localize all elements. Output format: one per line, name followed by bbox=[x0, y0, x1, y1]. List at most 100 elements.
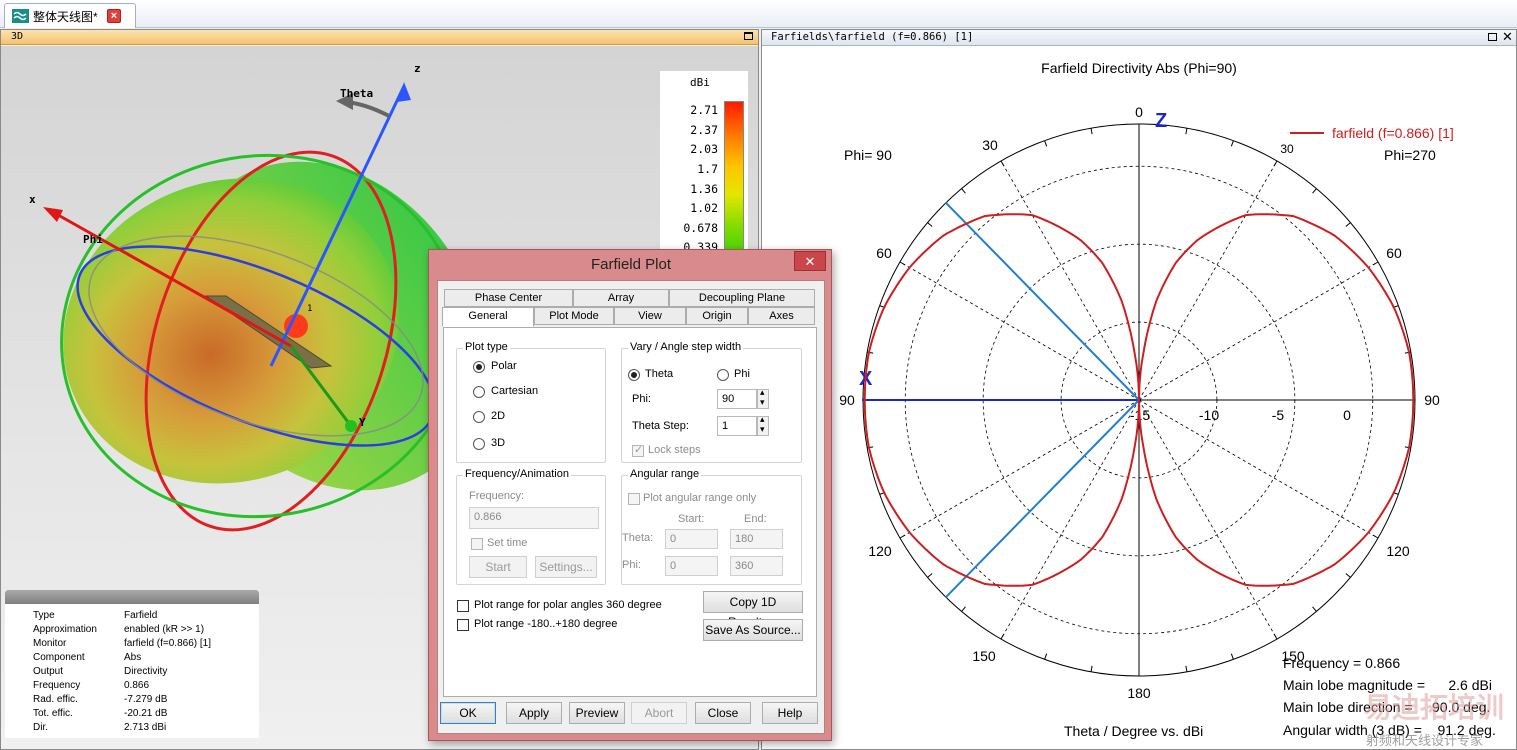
copy-1d-results-button[interactable]: Copy 1D Results... bbox=[703, 591, 803, 629]
group-label: Frequency/Animation bbox=[463, 468, 571, 480]
angle-tick bbox=[899, 534, 906, 539]
document-tab-title: 整体天线图* bbox=[33, 10, 98, 24]
angle-tick bbox=[1090, 128, 1093, 135]
tab-view[interactable]: View bbox=[614, 307, 686, 325]
polar-radio[interactable] bbox=[473, 361, 485, 373]
angle-spoke bbox=[899, 261, 1140, 401]
2d-label: 2D bbox=[491, 410, 506, 422]
angle-tick-label-partial: 30 bbox=[1280, 142, 1294, 156]
end-column-label: End: bbox=[744, 513, 767, 525]
start-column-label: Start: bbox=[678, 513, 705, 525]
colorbar-tick: 1.02 bbox=[690, 201, 718, 215]
colorbar-tick: 1.7 bbox=[697, 162, 718, 176]
maximize-icon[interactable] bbox=[744, 32, 753, 40]
document-tab[interactable]: 整体天线图* × bbox=[4, 3, 136, 28]
tab-plot-mode[interactable]: Plot Mode bbox=[534, 307, 614, 325]
help-button[interactable]: Help bbox=[762, 702, 818, 724]
tab-decoupling-plane[interactable]: Decoupling Plane bbox=[669, 289, 815, 307]
3d-label: 3D bbox=[491, 437, 506, 449]
radial-tick-label: -10 bbox=[1199, 407, 1219, 423]
theta-end-input[interactable]: 180 bbox=[730, 529, 783, 549]
range-180-checkbox[interactable] bbox=[457, 619, 469, 631]
cartesian-radio[interactable] bbox=[473, 386, 485, 398]
lock-steps-label: Lock steps bbox=[648, 444, 701, 456]
set-time-label: Set time bbox=[487, 537, 528, 549]
theta-step-input[interactable]: 1 bbox=[717, 416, 757, 436]
maximize-icon[interactable] bbox=[1488, 33, 1497, 41]
theta-axis-label: Theta bbox=[340, 87, 373, 100]
ok-button[interactable]: OK bbox=[440, 702, 496, 724]
antenna-app-icon bbox=[12, 9, 29, 23]
tab-axes[interactable]: Axes bbox=[748, 307, 815, 325]
angle-tick bbox=[1372, 261, 1379, 266]
angle-tick bbox=[1230, 140, 1234, 147]
polar-360-checkbox[interactable] bbox=[457, 600, 469, 612]
phi-radio[interactable] bbox=[717, 369, 729, 381]
apply-button[interactable]: Apply bbox=[506, 702, 562, 724]
polar-chart: Farfield Directivity Abs (Phi=90) Phi= 9… bbox=[839, 60, 1504, 749]
phi-range-label: Phi: bbox=[622, 559, 641, 571]
angle-tick bbox=[1312, 188, 1317, 194]
close-icon[interactable]: ✕ bbox=[1502, 30, 1513, 45]
frequency-label: Frequency: bbox=[469, 490, 525, 502]
angle-tick bbox=[1312, 606, 1317, 612]
group-label: Angular range bbox=[628, 468, 702, 480]
angle-tick-label: 180 bbox=[1127, 685, 1151, 701]
tab-array[interactable]: Array bbox=[573, 289, 669, 307]
tab-phase-center[interactable]: Phase Center bbox=[444, 289, 573, 307]
phi-label: Phi bbox=[734, 368, 750, 380]
lock-steps-checkbox[interactable] bbox=[632, 443, 644, 457]
phi-spinner[interactable] bbox=[757, 387, 769, 409]
y-axis-label: Y bbox=[359, 416, 366, 429]
farfield-plot-dialog: Farfield Plot ✕ Phase Center Array Decou… bbox=[428, 249, 832, 741]
x-axis-title: Theta / Degree vs. dBi bbox=[1064, 723, 1203, 739]
general-tab-panel: Plot type Polar Cartesian 2D 3D Vary / A… bbox=[443, 327, 817, 697]
frequency-input[interactable]: 0.866 bbox=[469, 507, 599, 529]
angle-tick-label: 120 bbox=[1386, 543, 1410, 559]
close-icon[interactable]: × bbox=[107, 9, 121, 23]
theta-label: Theta bbox=[645, 368, 674, 380]
angle-tick bbox=[1345, 573, 1351, 578]
frequency-animation-group: Frequency/Animation Frequency: 0.866 Set… bbox=[456, 468, 606, 585]
3d-view-header: 3D bbox=[1, 30, 758, 45]
tab-general[interactable]: General bbox=[442, 307, 534, 327]
angle-tick-label: 0 bbox=[1135, 104, 1143, 120]
theta-radio[interactable] bbox=[628, 369, 640, 381]
close-icon[interactable]: ✕ bbox=[794, 251, 826, 271]
colorbar-tick: 2.37 bbox=[690, 123, 718, 137]
phi-right-label: Phi=270 bbox=[1384, 147, 1436, 163]
plot-angular-range-checkbox[interactable] bbox=[628, 493, 640, 505]
phi-start-input[interactable]: 0 bbox=[665, 556, 718, 576]
angle-tick-label: 60 bbox=[1386, 245, 1402, 261]
theta-start-input[interactable]: 0 bbox=[665, 529, 718, 549]
range-180-label: Plot range -180..+180 degree bbox=[474, 618, 618, 630]
start-button[interactable]: Start bbox=[469, 556, 527, 578]
phi-end-input[interactable]: 360 bbox=[730, 556, 783, 576]
angle-spoke bbox=[899, 399, 1140, 539]
colorbar-tick: 0.678 bbox=[683, 221, 718, 235]
colorbar-gradient bbox=[724, 101, 744, 271]
angle-tick bbox=[1345, 222, 1351, 227]
set-time-checkbox[interactable] bbox=[471, 538, 483, 550]
phi-input[interactable]: 90 bbox=[717, 389, 757, 409]
save-as-source-button[interactable]: Save As Source... bbox=[703, 619, 803, 641]
angle-tick bbox=[1090, 665, 1093, 672]
angle-tick bbox=[1372, 534, 1379, 539]
theta-step-spinner[interactable] bbox=[757, 414, 769, 436]
port-label: 1 bbox=[307, 304, 312, 314]
settings-button[interactable]: Settings... bbox=[535, 556, 597, 578]
angle-tick bbox=[1000, 160, 1005, 167]
preview-button[interactable]: Preview bbox=[569, 702, 625, 724]
angle-tick bbox=[1044, 653, 1048, 660]
angle-tick bbox=[927, 222, 933, 227]
watermark-title: 易迪拓培训 bbox=[1364, 691, 1504, 724]
colorbar-tick: 1.36 bbox=[690, 182, 718, 196]
colorbar-tick: 2.03 bbox=[690, 142, 718, 156]
3d-radio[interactable] bbox=[473, 438, 485, 450]
close-button[interactable]: Close bbox=[695, 702, 751, 724]
angle-tick-label: 90 bbox=[839, 392, 855, 408]
tab-origin[interactable]: Origin bbox=[686, 307, 748, 325]
2d-radio[interactable] bbox=[473, 411, 485, 423]
angular-range-group: Angular range Plot angular range only St… bbox=[621, 468, 802, 585]
abort-button[interactable]: Abort bbox=[631, 702, 687, 724]
